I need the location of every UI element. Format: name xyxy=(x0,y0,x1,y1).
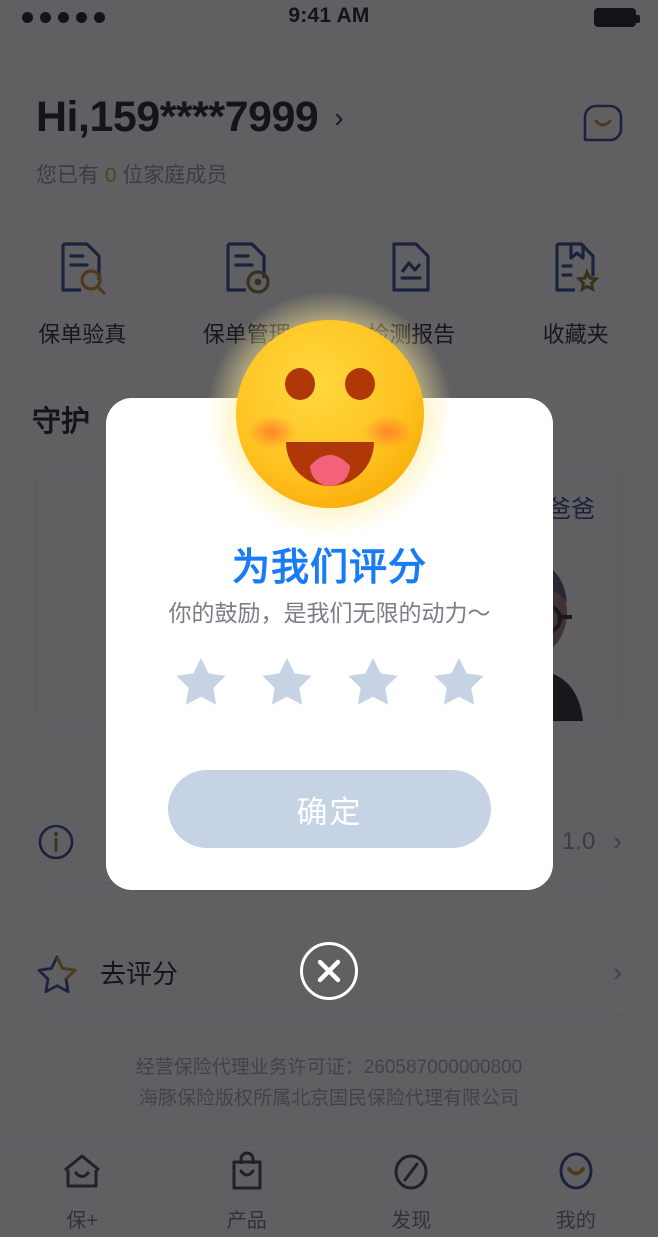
rating-modal: 为我们评分 你的鼓励，是我们无限的动力～ 确定 xyxy=(106,290,553,890)
close-modal-button[interactable] xyxy=(300,942,358,1000)
confirm-button[interactable]: 确定 xyxy=(168,770,491,848)
modal-subtitle: 你的鼓励，是我们无限的动力～ xyxy=(168,600,491,626)
grinning-face-emoji xyxy=(205,290,454,538)
modal-title: 为我们评分 xyxy=(231,547,427,589)
star-icon[interactable] xyxy=(347,656,399,711)
star-icon[interactable] xyxy=(433,656,485,711)
star-icon[interactable] xyxy=(261,656,313,711)
phone-screen: 9:41 AM Hi,159****7999 › 您已有 0 位家庭成员 xyxy=(0,0,658,1237)
star-icon[interactable] xyxy=(175,656,227,711)
star-rating-group[interactable] xyxy=(106,656,553,711)
